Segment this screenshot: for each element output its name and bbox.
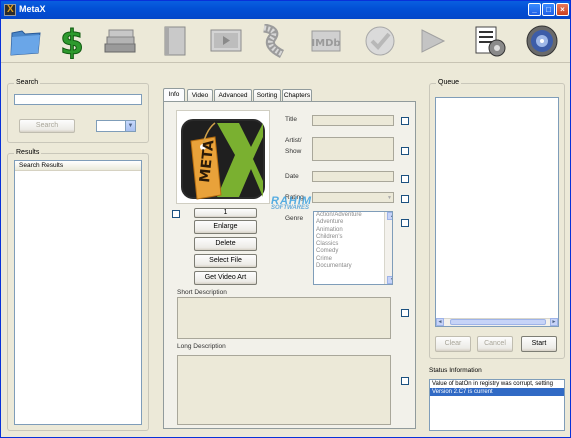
genre-item[interactable]: Adventure: [314, 219, 392, 226]
arrow-right-icon[interactable]: [413, 23, 451, 59]
tab-advanced[interactable]: Advanced: [214, 89, 252, 101]
date-label: Date: [285, 173, 299, 180]
short-description-field[interactable]: [177, 297, 391, 339]
queue-group-label: Queue: [436, 79, 462, 86]
svg-text:IMDb: IMDb: [311, 38, 340, 49]
book-icon[interactable]: [155, 23, 193, 59]
title-label: Title: [285, 116, 298, 123]
chevron-down-icon[interactable]: ▼: [387, 193, 392, 203]
genre-item[interactable]: Animation: [314, 227, 392, 234]
queue-scroll-thumb[interactable]: [450, 319, 546, 325]
genre-item[interactable]: Documentary: [314, 263, 392, 270]
genre-label: Genre: [285, 215, 304, 222]
queue-list[interactable]: ◄ ►: [435, 97, 559, 327]
tab-chapters[interactable]: Chapters: [282, 89, 312, 101]
delete-button[interactable]: Delete: [194, 237, 257, 251]
genre-item[interactable]: Children's: [314, 234, 392, 241]
genre-item[interactable]: Comedy: [314, 248, 392, 255]
date-checkbox[interactable]: [401, 175, 409, 183]
rating-dropdown[interactable]: ▼: [312, 192, 394, 203]
genre-item[interactable]: Classics: [314, 241, 392, 248]
artwork-index-field[interactable]: 1: [194, 208, 257, 218]
status-information-label: Status Information: [429, 367, 482, 374]
chevron-down-icon[interactable]: ▼: [125, 121, 135, 131]
dollar-icon[interactable]: $: [53, 23, 91, 59]
search-button[interactable]: Search: [19, 119, 75, 133]
status-information-list[interactable]: Value of batOn in registry was corrupt, …: [429, 379, 565, 431]
genre-list[interactable]: Action/Adventure Adventure Animation Chi…: [313, 211, 393, 285]
tab-info[interactable]: Info: [163, 88, 185, 101]
clear-button[interactable]: Clear: [435, 336, 471, 352]
window-title: MetaX: [19, 4, 46, 14]
scroll-right-icon[interactable]: ►: [550, 318, 558, 326]
search-results-list[interactable]: Search Results: [14, 160, 142, 425]
search-group-label: Search: [14, 79, 41, 86]
rating-checkbox[interactable]: [401, 195, 409, 203]
search-input[interactable]: [14, 94, 142, 105]
books-icon[interactable]: [101, 23, 139, 59]
toolbar: $ IMDb: [1, 19, 570, 63]
results-group-label: Results: [14, 149, 42, 156]
date-field[interactable]: [312, 171, 394, 182]
genre-item[interactable]: Crime: [314, 256, 392, 263]
metax-artwork-image: META: [181, 119, 265, 200]
search-type-dropdown[interactable]: ▼: [96, 120, 136, 132]
genre-checkbox[interactable]: [401, 219, 409, 227]
long-description-checkbox[interactable]: [401, 377, 409, 385]
status-line-selected: Version 2.C7 is current: [430, 388, 564, 396]
get-video-art-button[interactable]: Get Video Art: [194, 271, 257, 285]
title-bar[interactable]: MetaX _ □ ×: [1, 1, 570, 19]
svg-text:$: $: [60, 23, 84, 59]
genre-item[interactable]: Action/Adventure: [314, 212, 392, 219]
genre-scrollbar[interactable]: ▲ ▼: [384, 212, 392, 284]
long-description-label: Long Description: [177, 343, 226, 350]
scroll-up-icon[interactable]: ▲: [387, 212, 392, 220]
title-field[interactable]: [312, 115, 394, 126]
title-checkbox[interactable]: [401, 117, 409, 125]
long-description-field[interactable]: [177, 355, 391, 425]
search-results-header[interactable]: Search Results: [15, 161, 141, 171]
close-button[interactable]: ×: [556, 3, 569, 16]
enlarge-button[interactable]: Enlarge: [194, 220, 257, 234]
select-file-button[interactable]: Select File: [194, 254, 257, 268]
maximize-button[interactable]: □: [542, 3, 555, 16]
cancel-button[interactable]: Cancel: [477, 336, 513, 352]
artist-show-field[interactable]: [312, 137, 394, 161]
short-description-label: Short Description: [177, 289, 227, 296]
artwork-frame[interactable]: META: [176, 110, 270, 204]
video-icon[interactable]: [207, 23, 245, 59]
watermark: RAHIM SOFTWARES: [271, 195, 312, 211]
main-window: MetaX _ □ × $ IMDb: [0, 0, 571, 438]
scroll-down-icon[interactable]: ▼: [387, 276, 392, 284]
film-strip-icon[interactable]: [255, 23, 293, 59]
imdb-icon[interactable]: IMDb: [307, 23, 345, 59]
metax-logo-icon: [4, 4, 16, 16]
watermark-line2: SOFTWARES: [271, 205, 310, 211]
start-button[interactable]: Start: [521, 336, 557, 352]
artist-show-label: Artist/ Show: [285, 137, 302, 155]
checkmark-icon[interactable]: [361, 23, 399, 59]
tab-sorting[interactable]: Sorting: [253, 89, 281, 101]
artwork-checkbox[interactable]: [172, 210, 180, 218]
short-description-checkbox[interactable]: [401, 309, 409, 317]
barcode-settings-icon[interactable]: [471, 23, 509, 59]
search-group: Search: [7, 79, 149, 143]
minimize-button[interactable]: _: [528, 3, 541, 16]
globe-icon[interactable]: [523, 23, 561, 59]
tab-video[interactable]: Video: [187, 89, 213, 101]
artist-show-checkbox[interactable]: [401, 147, 409, 155]
status-line: Value of batOn in registry was corrupt, …: [432, 381, 553, 387]
folder-icon[interactable]: [7, 23, 45, 59]
queue-hscrollbar[interactable]: ◄ ►: [436, 318, 558, 326]
scroll-left-icon[interactable]: ◄: [436, 318, 444, 326]
